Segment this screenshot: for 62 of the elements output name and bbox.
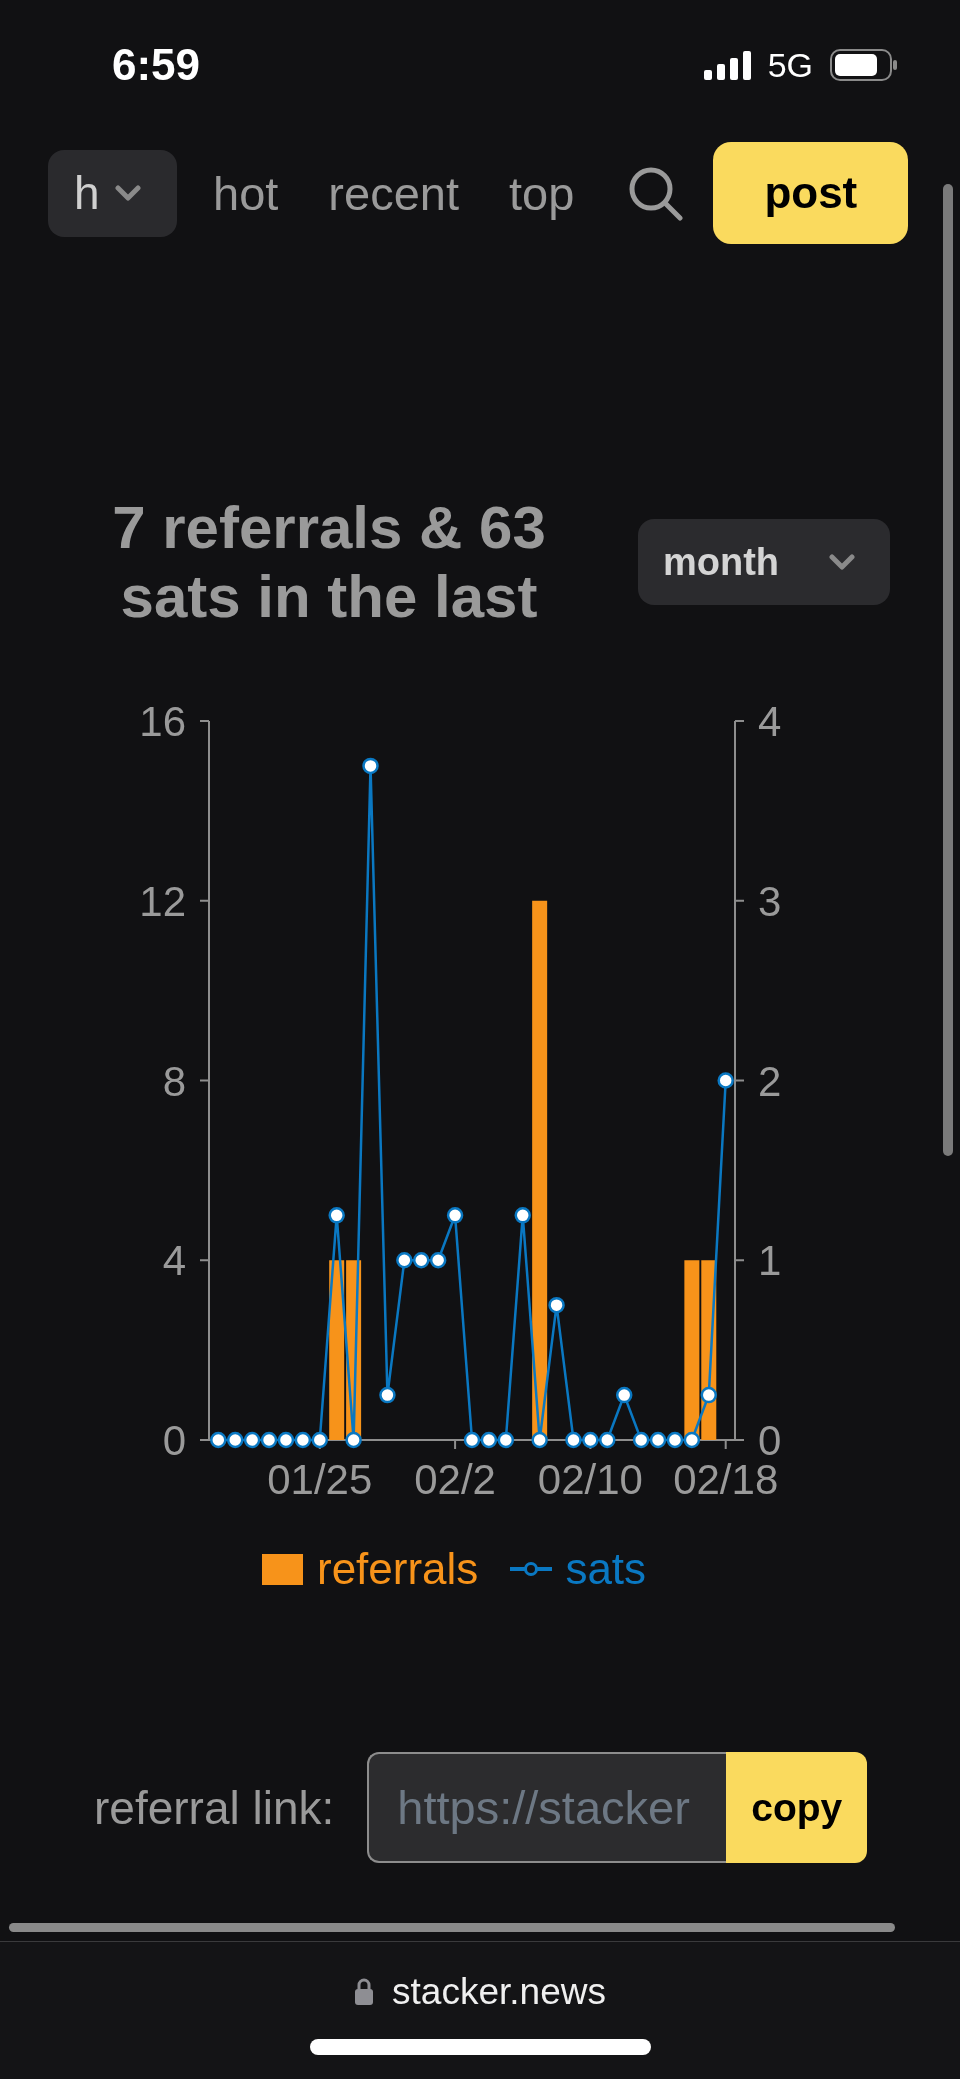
data-point xyxy=(480,1431,498,1449)
territory-select[interactable]: h xyxy=(48,149,177,237)
data-point xyxy=(514,1207,531,1224)
copy-button[interactable]: copy xyxy=(726,1752,868,1863)
search-icon[interactable] xyxy=(628,165,684,221)
nav-tab[interactable]: hot xyxy=(213,169,279,217)
data-point xyxy=(362,757,379,775)
data-point xyxy=(294,1431,312,1449)
y-tick-label: 2 xyxy=(758,1057,782,1105)
data-point xyxy=(463,1431,481,1449)
data-point xyxy=(260,1431,278,1449)
data-point xyxy=(396,1252,413,1269)
y-tick-label: 8 xyxy=(162,1057,186,1105)
data-point xyxy=(717,1072,734,1089)
network-type: 5G xyxy=(767,48,813,82)
data-point xyxy=(379,1386,396,1404)
post-button[interactable]: post xyxy=(713,142,909,244)
data-point xyxy=(446,1207,464,1224)
signal-icon xyxy=(703,50,751,80)
data-point xyxy=(243,1431,261,1449)
data-point xyxy=(210,1431,227,1449)
data-point xyxy=(666,1431,684,1449)
data-point xyxy=(649,1431,667,1449)
y-tick-label: 3 xyxy=(758,877,782,925)
chevron-down-icon xyxy=(115,185,141,201)
y-tick-label: 4 xyxy=(758,700,782,745)
data-point xyxy=(548,1296,565,1314)
nav-tab[interactable]: recent xyxy=(328,169,459,217)
lock-icon xyxy=(354,1977,375,2005)
data-point xyxy=(683,1431,701,1449)
clock-time: 6:59 xyxy=(112,43,201,87)
data-point xyxy=(413,1252,430,1269)
data-point xyxy=(429,1252,447,1269)
data-point xyxy=(226,1431,244,1449)
data-point xyxy=(700,1386,718,1404)
legend-label: sats xyxy=(565,1547,647,1591)
data-point xyxy=(345,1431,362,1449)
referrals-summary-title: 7 referrals & 63 sats in the last xyxy=(111,493,547,631)
x-tick-label: 01/25 xyxy=(267,1456,373,1503)
data-point xyxy=(311,1431,329,1449)
data-point xyxy=(328,1207,345,1224)
data-point xyxy=(599,1431,616,1449)
period-select[interactable]: month xyxy=(638,519,890,605)
data-point xyxy=(497,1431,515,1449)
data-point xyxy=(615,1386,633,1404)
y-tick-label: 4 xyxy=(162,1237,186,1285)
x-tick-label: 02/10 xyxy=(537,1456,643,1503)
chevron-down-icon xyxy=(829,554,855,570)
y-tick-label: 1 xyxy=(758,1237,782,1285)
y-tick-label: 16 xyxy=(139,700,186,745)
data-point xyxy=(531,1431,548,1449)
data-point xyxy=(632,1431,650,1449)
x-tick-label: 02/2 xyxy=(414,1456,496,1503)
data-point xyxy=(565,1431,582,1449)
data-point xyxy=(582,1431,599,1449)
battery-icon xyxy=(830,49,897,81)
data-point xyxy=(277,1431,295,1449)
url-text[interactable]: stacker.news xyxy=(392,1972,606,2010)
legend-label: referrals xyxy=(317,1547,479,1591)
y-tick-label: 0 xyxy=(162,1417,186,1464)
y-tick-label: 12 xyxy=(139,877,186,925)
referral-link-label: referral link: xyxy=(94,1784,335,1831)
